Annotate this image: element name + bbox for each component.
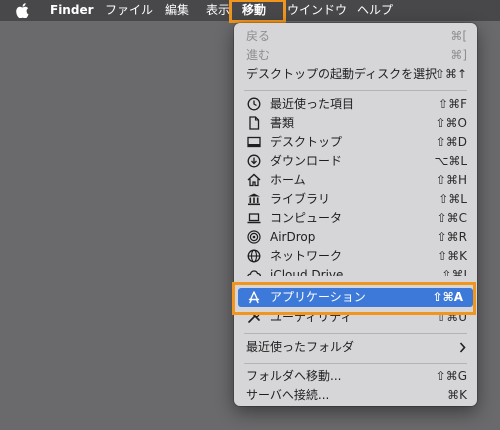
- menu-item-label: デスクトップの起動ディスクを選択: [246, 67, 438, 81]
- shortcut: ⇧⌘R: [436, 230, 467, 244]
- menu-item-label: ネットワーク: [270, 249, 343, 263]
- shortcut: ⌘K: [447, 388, 467, 402]
- menu-item-library[interactable]: ライブラリ ⇧⌘L: [234, 190, 477, 209]
- cloud-icon: [247, 270, 261, 276]
- menu-item-label: 書類: [270, 116, 295, 130]
- menu-item-label: 最近使ったフォルダ: [246, 340, 355, 354]
- menu-item-recent-folders[interactable]: 最近使ったフォルダ: [234, 338, 477, 357]
- menu-item-network[interactable]: ネットワーク ⇧⌘K: [234, 247, 477, 266]
- menu-item-label: 戻る: [246, 29, 271, 43]
- menu-item-forward[interactable]: 進む ⌘]: [234, 46, 477, 65]
- menu-item-desktop[interactable]: デスクトップ ⇧⌘D: [234, 133, 477, 152]
- clock-icon: [247, 97, 261, 111]
- menu-item-recents[interactable]: 最近使った項目 ⇧⌘F: [234, 95, 477, 114]
- shortcut: ⇧⌘F: [438, 97, 467, 111]
- menu-item-back[interactable]: 戻る ⌘[: [234, 27, 477, 46]
- menu-item-computer[interactable]: コンピュータ ⇧⌘C: [234, 209, 477, 228]
- separator: [244, 90, 467, 91]
- home-icon: [247, 173, 261, 187]
- menu-item-airdrop[interactable]: AirDrop ⇧⌘R: [234, 228, 477, 247]
- menu-finder[interactable]: Finder: [50, 0, 94, 21]
- shortcut: ⇧⌘O: [435, 116, 468, 130]
- go-menu-highlight: [229, 0, 286, 23]
- menu-item-documents[interactable]: 書類 ⇧⌘O: [234, 114, 477, 133]
- menu-view[interactable]: 表示: [206, 0, 230, 21]
- shortcut: ⌘[: [450, 29, 467, 43]
- airdrop-icon: [247, 230, 261, 244]
- separator: [244, 333, 467, 334]
- shortcut: ⇧⌘↑: [434, 67, 467, 81]
- shortcut: ⇧⌘L: [438, 192, 467, 206]
- menu-window[interactable]: ウインドウ: [287, 0, 347, 21]
- document-icon: [249, 116, 260, 130]
- menu-item-label: ダウンロード: [270, 154, 343, 168]
- menu-item-label: サーバへ接続...: [246, 388, 330, 402]
- menu-item-label: 進む: [246, 48, 271, 62]
- shortcut: ⇧⌘G: [435, 369, 467, 383]
- apple-menu-icon[interactable]: [16, 0, 30, 21]
- menu-item-startup-disk[interactable]: デスクトップの起動ディスクを選択 ⇧⌘↑: [234, 65, 477, 84]
- shortcut: ⌥⌘L: [434, 154, 467, 168]
- menu-item-downloads[interactable]: ダウンロード ⌥⌘L: [234, 152, 477, 171]
- library-icon: [248, 193, 260, 206]
- download-icon: [247, 154, 261, 168]
- chevron-right-icon: [459, 342, 466, 353]
- laptop-icon: [247, 213, 261, 224]
- separator: [244, 363, 467, 364]
- menu-item-label: フォルダへ移動...: [246, 369, 342, 383]
- shortcut: ⇧⌘C: [436, 211, 467, 225]
- menu-item-label: コンピュータ: [270, 211, 343, 225]
- menu-item-label: 最近使った項目: [270, 97, 355, 111]
- menu-item-label: ホーム: [270, 173, 306, 187]
- menu-help[interactable]: ヘルプ: [357, 0, 393, 21]
- menu-file[interactable]: ファイル: [105, 0, 153, 21]
- shortcut: ⇧⌘K: [437, 249, 467, 263]
- menu-item-label: デスクトップ: [270, 135, 343, 149]
- menu-item-label: ライブラリ: [270, 192, 331, 206]
- applications-highlight: [232, 282, 476, 315]
- menu-item-label: AirDrop: [270, 230, 316, 244]
- shortcut: ⌘]: [450, 48, 467, 62]
- menu-edit[interactable]: 編集: [165, 0, 189, 21]
- menu-item-home[interactable]: ホーム ⇧⌘H: [234, 171, 477, 190]
- desktop-icon: [247, 136, 261, 148]
- menu-item-go-to-folder[interactable]: フォルダへ移動... ⇧⌘G: [234, 367, 477, 386]
- shortcut: ⇧⌘H: [435, 173, 467, 187]
- menu-item-connect-server[interactable]: サーバへ接続... ⌘K: [234, 386, 477, 405]
- globe-icon: [247, 249, 261, 263]
- go-dropdown-menu: 戻る ⌘[ 進む ⌘] デスクトップの起動ディスクを選択 ⇧⌘↑ 最近使った項目…: [234, 23, 477, 406]
- shortcut: ⇧⌘D: [435, 135, 467, 149]
